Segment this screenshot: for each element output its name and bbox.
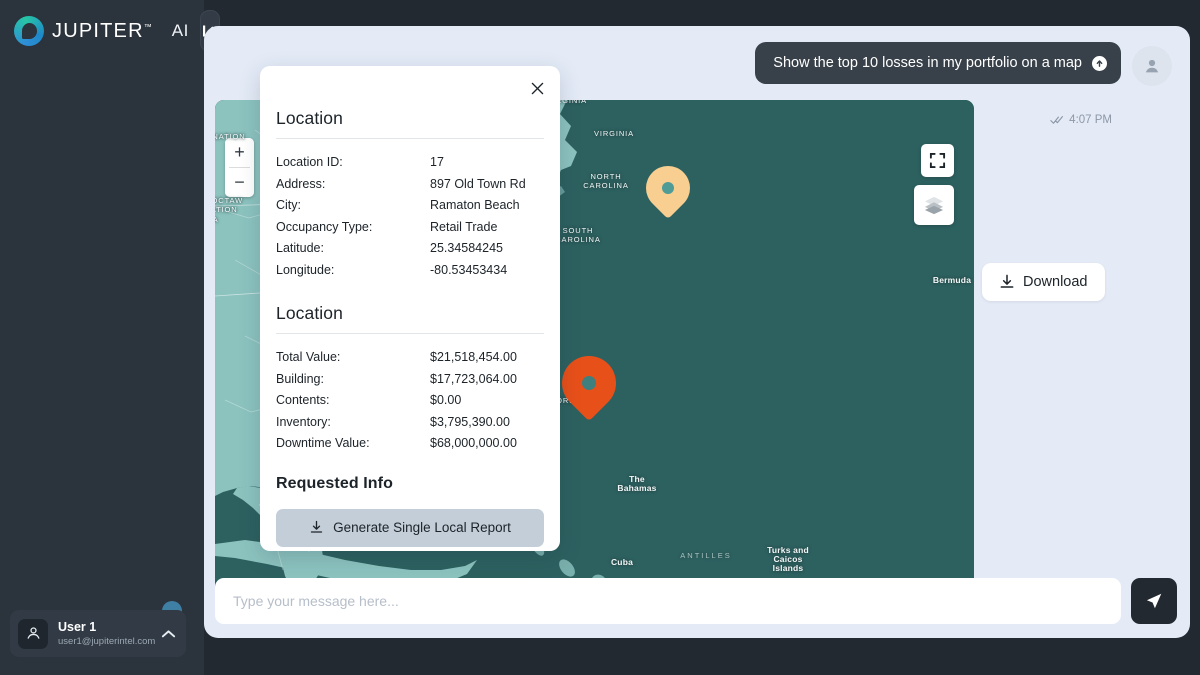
message-composer: [215, 578, 1177, 624]
user-chat-bubble: Show the top 10 losses in my portfolio o…: [755, 42, 1121, 84]
map-zoom-controls[interactable]: + −: [225, 138, 254, 197]
message-input[interactable]: [215, 578, 1121, 624]
download-icon: [310, 520, 323, 533]
row-label: Latitude:: [276, 241, 324, 255]
card-section-title-values: Location: [276, 303, 343, 323]
row-value: $21,518,454.00: [430, 350, 517, 364]
list-item: Latitude: 25.34584245: [276, 238, 544, 260]
row-label: Occupancy Type:: [276, 219, 373, 234]
chevron-up-icon: [161, 629, 176, 637]
list-item: Contents: $0.00: [276, 390, 544, 412]
arrow-up-circle-icon[interactable]: [1092, 55, 1107, 71]
row-value: $68,000,000.00: [430, 436, 517, 450]
brand-name: JUPITER: [52, 19, 144, 42]
row-label: Longitude:: [276, 262, 335, 277]
row-label: Address:: [276, 176, 326, 191]
map-marker-selected[interactable]: [550, 344, 628, 422]
fullscreen-icon: [929, 152, 946, 169]
map-zoom-out-button[interactable]: −: [225, 168, 254, 197]
location-detail-card: Location Location ID: 17 Address: 897 Ol…: [260, 66, 560, 551]
row-value: Ramaton Beach: [430, 198, 520, 212]
map-pin-center-dot: [582, 376, 596, 390]
map-fullscreen-button[interactable]: [921, 144, 954, 177]
sidebar: JUPITER™ AI User 1 user1@jupiterintel.co…: [0, 0, 220, 675]
list-item: Inventory: $3,795,390.00: [276, 412, 544, 434]
user-info: User 1 user1@jupiterintel.com: [58, 620, 161, 648]
card-section-title-location: Location: [276, 108, 343, 128]
row-value: 897 Old Town Rd: [430, 176, 526, 191]
row-value: 17: [430, 155, 444, 169]
card-divider-2: [276, 333, 544, 334]
row-label: Downtime Value:: [276, 436, 370, 450]
download-button[interactable]: Download: [982, 263, 1105, 301]
map-layers-button[interactable]: [914, 185, 954, 225]
user-avatar-icon: [27, 627, 39, 639]
card-section-title-requested-info: Requested Info: [276, 474, 393, 492]
chat-user-avatar[interactable]: [1132, 46, 1172, 86]
user-account-card[interactable]: User 1 user1@jupiterintel.com: [10, 610, 186, 657]
map-marker-secondary[interactable]: [636, 156, 700, 220]
brand-header: JUPITER™ AI: [0, 0, 220, 62]
send-message-button[interactable]: [1131, 578, 1177, 624]
card-divider-1: [276, 138, 544, 139]
value-attributes-list: Total Value: $21,518,454.00 Building: $1…: [276, 347, 544, 455]
row-value: Retail Trade: [430, 219, 498, 234]
row-label: Contents:: [276, 393, 330, 407]
list-item: Address: 897 Old Town Rd: [276, 174, 544, 196]
user-avatar-icon: [1145, 59, 1159, 73]
double-check-icon: [1050, 116, 1064, 124]
download-button-label: Download: [1023, 274, 1088, 290]
app-root: JUPITER™ AI User 1 user1@jupiterintel.co…: [0, 0, 1200, 675]
user-menu-toggle[interactable]: [161, 629, 178, 639]
row-value: $17,723,064.00: [430, 371, 517, 386]
avatar: [18, 618, 48, 649]
map-layers-icon: [924, 196, 944, 215]
user-name: User 1: [58, 619, 97, 634]
list-item: Occupancy Type: Retail Trade: [276, 217, 544, 239]
row-label: Total Value:: [276, 350, 341, 364]
map-pin-center-dot: [662, 182, 674, 194]
brand-trademark: ™: [143, 21, 152, 31]
location-attributes-list: Location ID: 17 Address: 897 Old Town Rd…: [276, 152, 544, 281]
list-item: Building: $17,723,064.00: [276, 369, 544, 391]
download-icon: [1000, 274, 1014, 288]
brand-ai-label: AI: [171, 21, 189, 40]
row-label: Building:: [276, 371, 324, 386]
row-label: Location ID:: [276, 155, 343, 169]
map-zoom-in-button[interactable]: +: [225, 138, 254, 167]
list-item: Longitude: -80.53453434: [276, 260, 544, 282]
list-item: City: Ramaton Beach: [276, 195, 544, 217]
brand-wordmark: JUPITER™: [52, 20, 152, 43]
list-item: Downtime Value: $68,000,000.00: [276, 433, 544, 455]
row-value: 25.34584245: [430, 241, 503, 255]
row-label: City:: [276, 198, 301, 212]
row-value: $3,795,390.00: [430, 414, 510, 429]
message-timestamp: 4:07 PM: [1069, 114, 1112, 126]
generate-report-label: Generate Single Local Report: [333, 520, 511, 535]
generate-single-local-report-button[interactable]: Generate Single Local Report: [276, 508, 544, 547]
send-paper-plane-icon: [1146, 593, 1162, 609]
list-item: Total Value: $21,518,454.00: [276, 347, 544, 369]
close-card-button[interactable]: [527, 78, 547, 98]
user-email: user1@jupiterintel.com: [58, 635, 156, 647]
row-label: Inventory:: [276, 414, 331, 429]
row-value: $0.00: [430, 393, 462, 407]
message-meta: 4:07 PM: [1050, 114, 1112, 126]
chat-message-text: Show the top 10 losses in my portfolio o…: [773, 55, 1082, 71]
close-icon: [531, 82, 543, 94]
jupiter-logo-icon: [14, 16, 44, 46]
chat-message-row: Show the top 10 losses in my portfolio o…: [755, 42, 1172, 86]
arrow-up-glyph: [1096, 59, 1103, 67]
list-item: Location ID: 17: [276, 152, 544, 174]
row-value: -80.53453434: [430, 262, 508, 277]
